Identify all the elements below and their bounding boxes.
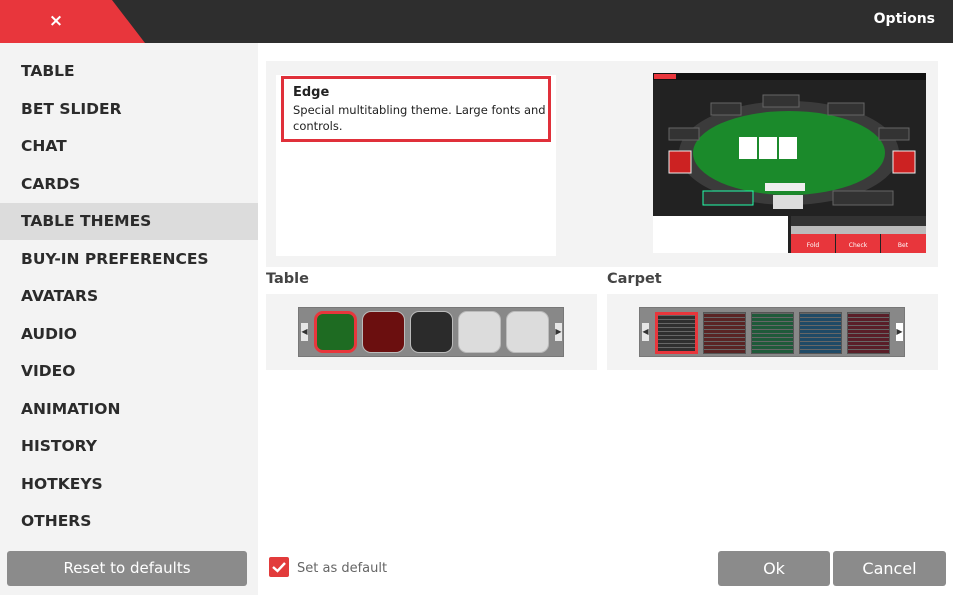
sidebar-item-others[interactable]: OTHERS [0,503,258,540]
set-default-label: Set as default [297,561,388,576]
sidebar-item-bet-slider[interactable]: BET SLIDER [0,91,258,128]
carpet-section-label: Carpet [607,271,662,287]
carpet-scroll-right-icon[interactable]: ▶ [896,323,903,341]
table-preview-svg: Fold Check Bet [653,73,926,253]
window-title: Options [873,11,935,27]
sidebar-item-animation[interactable]: ANIMATION [0,391,258,428]
table-swatch-scroller: ◀ ▶ [298,307,564,357]
close-tab[interactable] [0,0,145,43]
carpet-swatch-blue[interactable] [799,312,842,354]
table-scroll-right-icon[interactable]: ▶ [555,323,562,341]
sidebar-item-chat[interactable]: CHAT [0,128,258,165]
sidebar-item-table[interactable]: TABLE [0,53,258,90]
preview-check-label: Check [849,242,868,249]
theme-name: Edge [293,85,330,100]
title-bar: × Options [0,0,953,43]
sidebar-item-hotkeys[interactable]: HOTKEYS [0,466,258,503]
set-default-checkbox[interactable] [269,557,289,577]
table-swatch-black[interactable] [410,311,453,353]
carpet-swatch-scroller: ◀ ▶ [639,307,905,357]
table-swatch-empty-2[interactable] [506,311,549,353]
theme-description: Special multitabling theme. Large fonts … [293,103,546,133]
table-swatch-red[interactable] [362,311,405,353]
sidebar: TABLE BET SLIDER CHAT CARDS TABLE THEMES… [0,43,258,595]
table-scroll-left-icon[interactable]: ◀ [301,323,308,341]
cancel-button[interactable]: Cancel [833,551,946,586]
sidebar-item-video[interactable]: VIDEO [0,353,258,390]
ok-button[interactable]: Ok [718,551,830,586]
checkmark-icon [272,562,286,573]
close-icon[interactable]: × [45,10,67,32]
table-section-label: Table [266,271,309,287]
sidebar-item-audio[interactable]: AUDIO [0,316,258,353]
carpet-swatch-dark[interactable] [655,312,698,354]
table-preview-image: Fold Check Bet [653,73,926,253]
sidebar-item-history[interactable]: HISTORY [0,428,258,465]
sidebar-item-avatars[interactable]: AVATARS [0,278,258,315]
preview-fold-label: Fold [807,242,820,249]
carpet-swatch-green[interactable] [751,312,794,354]
sidebar-item-table-themes[interactable]: TABLE THEMES [0,203,258,240]
sidebar-item-cards[interactable]: CARDS [0,166,258,203]
preview-bet-label: Bet [898,242,909,249]
carpet-swatch-burgundy[interactable] [847,312,890,354]
carpet-scroll-left-icon[interactable]: ◀ [642,323,649,341]
table-swatch-empty-1[interactable] [458,311,501,353]
sidebar-item-buy-in-preferences[interactable]: BUY-IN PREFERENCES [0,241,258,278]
table-swatch-green[interactable] [314,311,357,353]
carpet-swatch-maroon[interactable] [703,312,746,354]
reset-defaults-button[interactable]: Reset to defaults [7,551,247,586]
